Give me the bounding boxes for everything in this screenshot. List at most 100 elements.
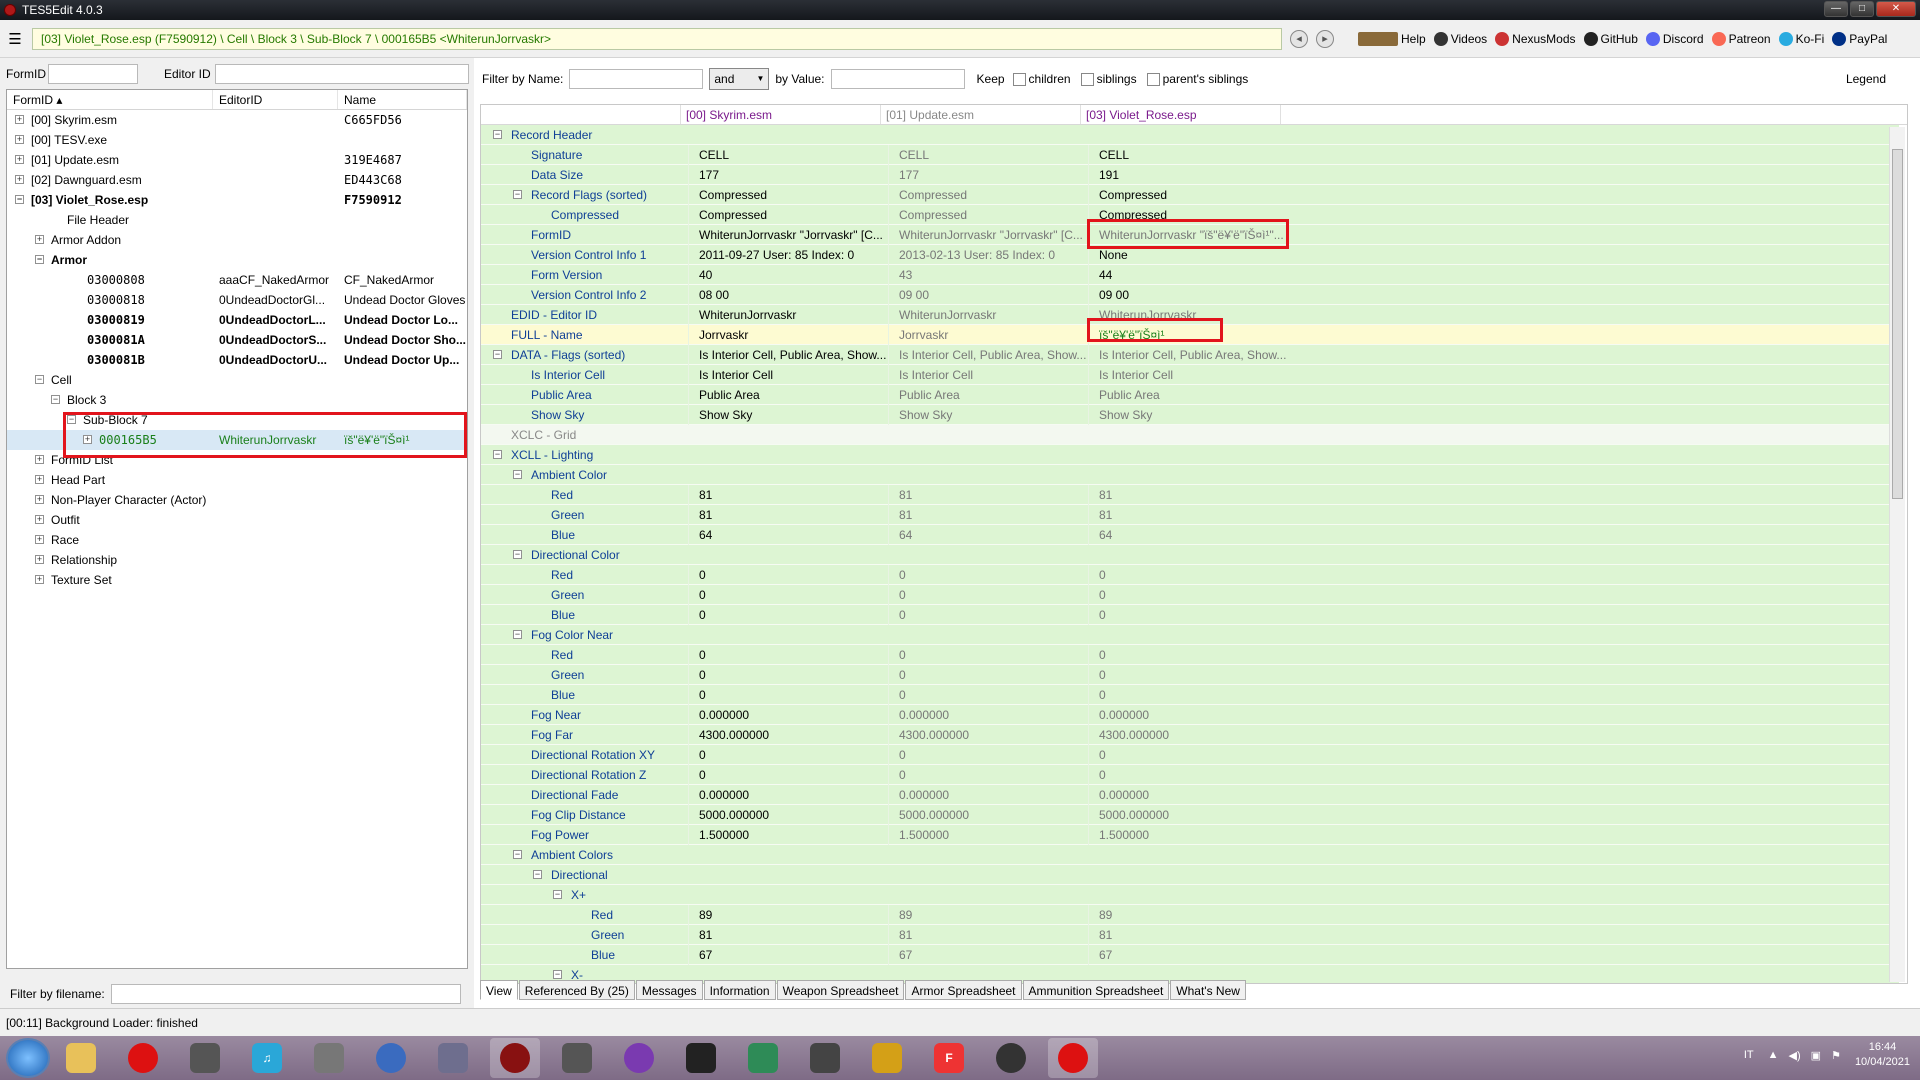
- grid-header-update[interactable]: [01] Update.esm: [881, 105, 1081, 124]
- tes5edit-icon[interactable]: [490, 1038, 540, 1078]
- tree-node[interactable]: + [00] Skyrim.esm C665FD56: [7, 110, 467, 130]
- collapse-icon[interactable]: −: [553, 970, 562, 979]
- keep-children-checkbox[interactable]: children: [1012, 72, 1071, 87]
- expand-icon[interactable]: +: [35, 555, 44, 564]
- clock[interactable]: 16:44 10/04/2021: [1855, 1040, 1910, 1070]
- tree-node[interactable]: 03000808 aaaCF_NakedArmor CF_NakedArmor: [7, 270, 467, 290]
- tree-node[interactable]: − Armor: [7, 250, 467, 270]
- tab-ammunition-spreadsheet[interactable]: Ammunition Spreadsheet: [1022, 980, 1170, 1000]
- collapse-icon[interactable]: −: [35, 375, 44, 384]
- collapse-icon[interactable]: −: [35, 255, 44, 264]
- tab-information[interactable]: Information: [703, 980, 776, 1000]
- back-icon[interactable]: ◂: [1290, 29, 1308, 48]
- expand-icon[interactable]: +: [35, 575, 44, 584]
- record-row[interactable]: Version Control Info 2 08 00 09 00 09 00: [481, 285, 1899, 305]
- tree-node[interactable]: − Block 3: [7, 390, 467, 410]
- minimize-button[interactable]: —: [1824, 1, 1848, 17]
- ffdec-icon[interactable]: [366, 1038, 416, 1078]
- expand-icon[interactable]: +: [35, 495, 44, 504]
- record-row[interactable]: Directional Fade 0.000000 0.000000 0.000000: [481, 785, 1899, 805]
- expand-icon[interactable]: +: [35, 455, 44, 464]
- tree-node[interactable]: + Armor Addon: [7, 230, 467, 250]
- tree-node[interactable]: + [01] Update.esm 319E4687: [7, 150, 467, 170]
- tree-node[interactable]: 03000819 0UndeadDoctorL... Undead Doctor L…: [7, 310, 467, 330]
- record-row[interactable]: Directional Rotation XY 0 0 0: [481, 745, 1899, 765]
- link-kofi[interactable]: Ko-Fi: [1778, 31, 1824, 46]
- link-help[interactable]: Help: [1358, 31, 1426, 46]
- tree-node[interactable]: + Outfit: [7, 510, 467, 530]
- collapse-icon[interactable]: −: [15, 195, 24, 204]
- record-row[interactable]: Green 81 81 81: [481, 505, 1899, 525]
- link-nexusmods[interactable]: NexusMods: [1495, 31, 1576, 46]
- filter-operator-select[interactable]: and ▼: [709, 68, 770, 90]
- tree-node[interactable]: 0300081A 0UndeadDoctorS... Undead Doctor S…: [7, 330, 467, 350]
- expand-icon[interactable]: +: [15, 155, 24, 164]
- forward-icon[interactable]: ▸: [1316, 29, 1334, 48]
- speaker-icon[interactable]: [304, 1038, 354, 1078]
- arrow-icon[interactable]: [800, 1038, 850, 1078]
- grid-header-skyrim[interactable]: [00] Skyrim.esm: [681, 105, 881, 124]
- headphones-icon[interactable]: [614, 1038, 664, 1078]
- tab-messages[interactable]: Messages: [635, 980, 703, 1000]
- language-indicator[interactable]: IT: [1744, 1049, 1754, 1061]
- media-player-icon[interactable]: [180, 1038, 230, 1078]
- record-row[interactable]: Red 0 0 0: [481, 645, 1899, 665]
- tree-node[interactable]: − [03] Violet_Rose.esp F7590912: [7, 190, 467, 210]
- menu-icon[interactable]: ☰: [4, 30, 26, 48]
- record-row[interactable]: Fog Power 1.500000 1.500000 1.500000: [481, 825, 1899, 845]
- legend-button[interactable]: Legend: [1846, 72, 1886, 86]
- record-row[interactable]: − Ambient Colors: [481, 845, 1899, 865]
- link-paypal[interactable]: PayPal: [1832, 31, 1887, 46]
- tab-weapon-spreadsheet[interactable]: Weapon Spreadsheet: [776, 980, 905, 1000]
- tab-view[interactable]: View: [480, 980, 518, 1000]
- collapse-icon[interactable]: −: [513, 850, 522, 859]
- record-row[interactable]: Green 0 0 0: [481, 665, 1899, 685]
- tree-node[interactable]: − Cell: [7, 370, 467, 390]
- filter-filename-input[interactable]: [110, 984, 461, 1004]
- record-row[interactable]: Blue 0 0 0: [481, 685, 1899, 705]
- opera-window-icon[interactable]: [1048, 1038, 1098, 1078]
- record-row[interactable]: Red 89 89 89: [481, 905, 1899, 925]
- tray-expand-icon[interactable]: ▲: [1768, 1049, 1779, 1061]
- formid-input[interactable]: [48, 64, 138, 84]
- record-row[interactable]: Directional Rotation Z000: [481, 765, 1899, 785]
- record-row[interactable]: Red 81 81 81: [481, 485, 1899, 505]
- record-row[interactable]: Show Sky Show Sky Show Sky Show Sky: [481, 405, 1899, 425]
- record-tree[interactable]: FormID ▴ EditorID Name + [00] Skyrim.esm C…: [6, 89, 468, 969]
- keep-siblings-checkbox[interactable]: siblings: [1080, 72, 1137, 87]
- bsa-icon[interactable]: [862, 1038, 912, 1078]
- opera-icon[interactable]: [118, 1038, 168, 1078]
- tree-node[interactable]: + [02] Dawnguard.esm ED443C68: [7, 170, 467, 190]
- expand-icon[interactable]: +: [35, 515, 44, 524]
- collapse-icon[interactable]: −: [533, 870, 542, 879]
- close-button[interactable]: ✕: [1876, 1, 1916, 17]
- record-row[interactable]: − XCLL - Lighting: [481, 445, 1899, 465]
- creation-kit-icon[interactable]: [986, 1038, 1036, 1078]
- volume-icon[interactable]: ◀): [1789, 1049, 1801, 1062]
- record-row[interactable]: − Record Header: [481, 125, 1899, 145]
- expand-icon[interactable]: +: [15, 115, 24, 124]
- tree-header-formid[interactable]: FormID ▴: [7, 90, 213, 109]
- record-row[interactable]: Is Interior Cell Is Interior Cell Is Inter…: [481, 365, 1899, 385]
- tab-what-s-new[interactable]: What's New: [1170, 980, 1246, 1000]
- tree-node[interactable]: + Head Part: [7, 470, 467, 490]
- tree-node[interactable]: + [00] TESV.exe: [7, 130, 467, 150]
- record-row[interactable]: Blue 67 67 67: [481, 945, 1899, 965]
- tree-header-editorid[interactable]: EditorID: [213, 90, 338, 109]
- flag-icon[interactable]: ⚑: [1831, 1049, 1841, 1062]
- record-row[interactable]: Signature CELL CELL CELL: [481, 145, 1899, 165]
- record-row[interactable]: − Record Flags (sorted) Compressed Compress…: [481, 185, 1899, 205]
- network-icon[interactable]: [552, 1038, 602, 1078]
- collapse-icon[interactable]: −: [553, 890, 562, 899]
- record-row[interactable]: Red 0 0 0: [481, 565, 1899, 585]
- record-row[interactable]: − Fog Color Near: [481, 625, 1899, 645]
- editorid-input[interactable]: [214, 64, 469, 84]
- expand-icon[interactable]: +: [35, 475, 44, 484]
- record-row[interactable]: XCLC - Grid: [481, 425, 1899, 445]
- grid-scrollbar[interactable]: [1889, 127, 1905, 982]
- collapse-icon[interactable]: −: [513, 190, 522, 199]
- music-icon[interactable]: ♫: [242, 1038, 292, 1078]
- tree-node[interactable]: 03000818 0UndeadDoctorGl... Undead Doctor …: [7, 290, 467, 310]
- tree-node[interactable]: + Race: [7, 530, 467, 550]
- record-row[interactable]: − X+: [481, 885, 1899, 905]
